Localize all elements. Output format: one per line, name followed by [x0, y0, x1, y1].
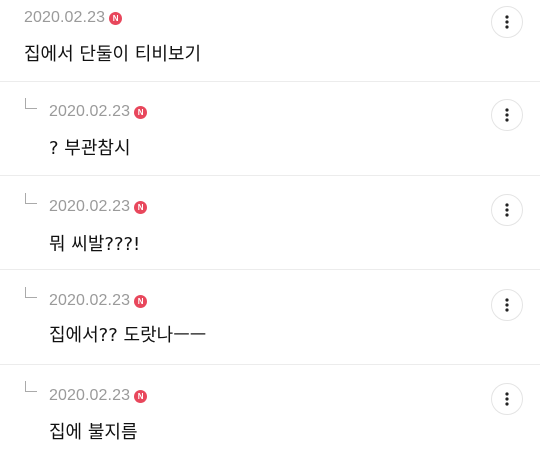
more-options-button[interactable] [491, 289, 523, 321]
comment-meta: 2020.02.23 N [49, 386, 148, 406]
comment-text: ? 부관참시 [49, 138, 131, 159]
more-vertical-icon [505, 392, 509, 406]
reply-item: 2020.02.23 N 뭐 씨발???! [0, 176, 540, 270]
comment-meta: 2020.02.23 N [49, 197, 148, 217]
comment-meta: 2020.02.23 N [24, 8, 123, 28]
reply-item: 2020.02.23 N ? 부관참시 [0, 82, 540, 176]
more-vertical-icon [505, 15, 509, 29]
comment-text: 집에서?? 도랏나ㅡㅡ [49, 325, 207, 346]
new-badge-icon: N [134, 294, 148, 308]
comment-date: 2020.02.23 [49, 198, 131, 215]
comment-text: 뭐 씨발???! [49, 234, 141, 255]
comment-date: 2020.02.23 [49, 387, 131, 404]
more-vertical-icon [505, 203, 509, 217]
comment-item: 2020.02.23 N 집에서 단둘이 티비보기 [0, 0, 540, 82]
comment-text: 집에 불지름 [49, 422, 138, 443]
reply-arrow-icon [25, 287, 37, 298]
comment-date: 2020.02.23 [49, 103, 131, 120]
comment-list: 2020.02.23 N 집에서 단둘이 티비보기 2020.02.23 N ?… [0, 0, 540, 456]
comment-meta: 2020.02.23 N [49, 291, 148, 311]
more-options-button[interactable] [491, 6, 523, 38]
new-badge-icon: N [134, 389, 148, 403]
comment-text: 집에서 단둘이 티비보기 [24, 44, 202, 65]
more-vertical-icon [505, 298, 509, 312]
reply-item: 2020.02.23 N 집에 불지름 [0, 365, 540, 456]
more-vertical-icon [505, 108, 509, 122]
more-options-button[interactable] [491, 194, 523, 226]
comment-date: 2020.02.23 [24, 9, 106, 26]
new-badge-icon: N [134, 105, 148, 119]
new-badge-icon: N [134, 200, 148, 214]
more-options-button[interactable] [491, 383, 523, 415]
reply-arrow-icon [25, 381, 37, 392]
reply-item: 2020.02.23 N 집에서?? 도랏나ㅡㅡ [0, 270, 540, 365]
comment-meta: 2020.02.23 N [49, 102, 148, 122]
reply-arrow-icon [25, 98, 37, 109]
more-options-button[interactable] [491, 99, 523, 131]
new-badge-icon: N [109, 11, 123, 25]
comment-date: 2020.02.23 [49, 292, 131, 309]
reply-arrow-icon [25, 193, 37, 204]
